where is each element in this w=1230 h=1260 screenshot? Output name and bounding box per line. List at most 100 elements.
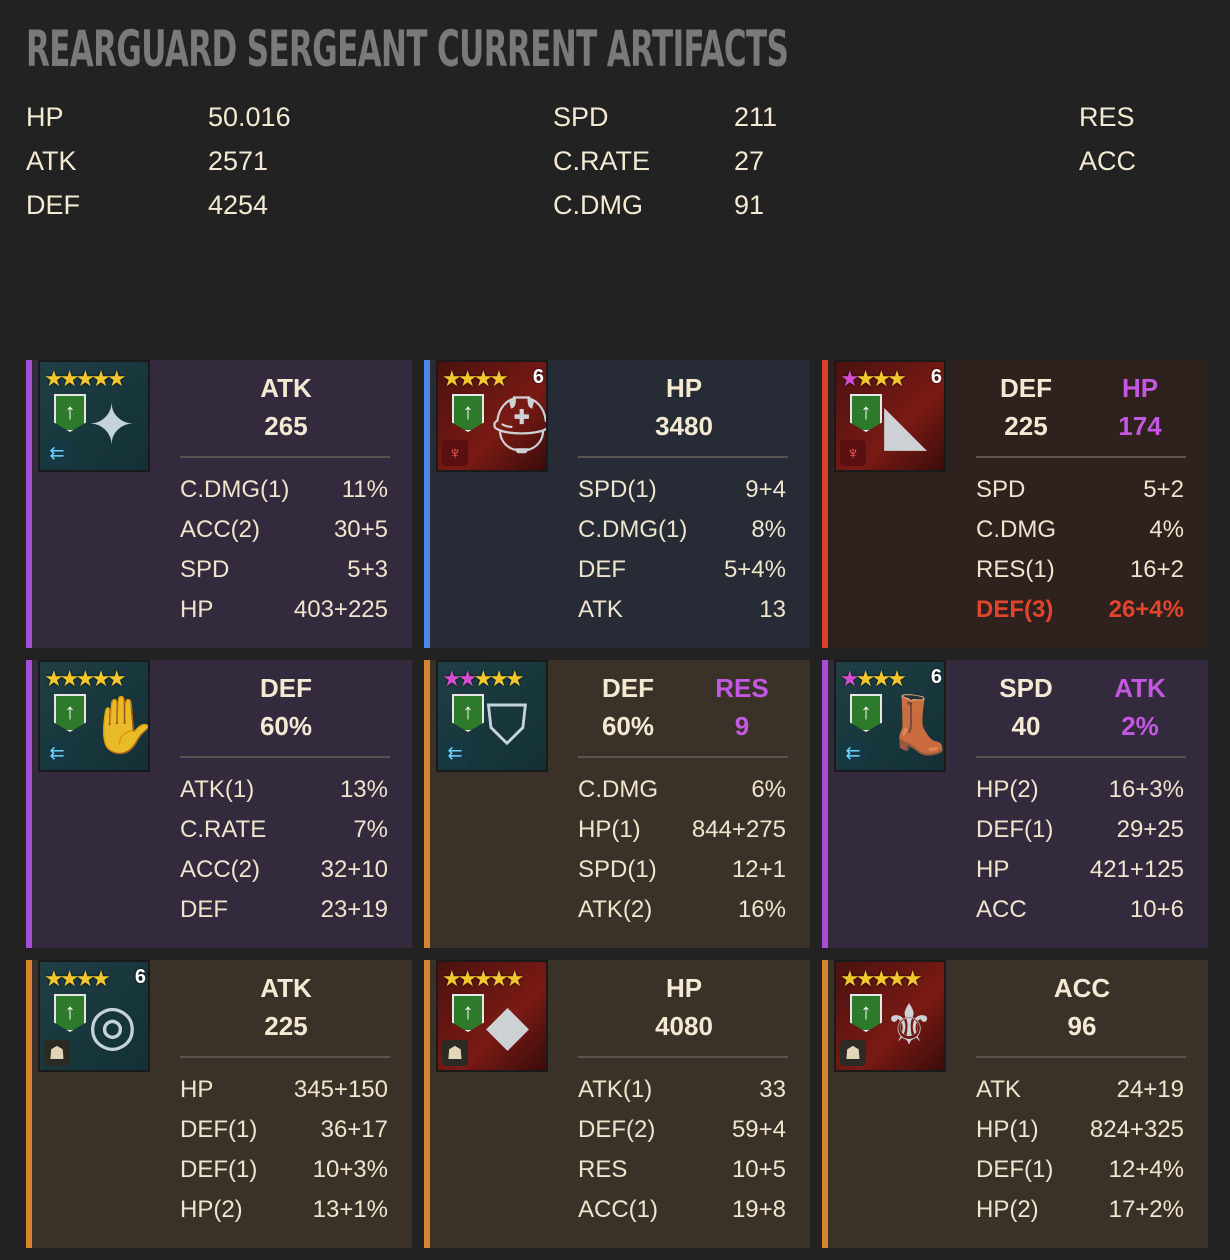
substat-value: 5+3: [347, 556, 388, 583]
artifact-card[interactable]: ⛉ ★★★★★ ↑ ⇇ DEF 60% RES 9 C.DMG 6% HP(1) 844+275 SPD…: [424, 660, 810, 948]
artifact-card[interactable]: ✋★★★★★ ↑ ⇇ DEF 60% ATK(1) 13% C.RATE 7% ACC(2) 32+…: [26, 660, 412, 948]
rank-number: 6: [134, 966, 146, 988]
artifact-icon[interactable]: ◣ ★★★★ 6 ↑ ♆: [834, 360, 946, 472]
substat-row: ACC 10+6: [976, 892, 1184, 932]
main-stat: HP 4080: [578, 970, 790, 1046]
lifesteal-set-icon: ♆: [840, 440, 866, 466]
substat-label: DEF: [180, 896, 228, 923]
stat-label-atk: ATK: [26, 146, 77, 176]
artifact-icon[interactable]: ◎ ★★★★ 6 ↑ ☗: [38, 960, 150, 1072]
substat-label: C.DMG: [578, 776, 658, 803]
artifact-icon[interactable]: ⛉ ★★★★★ ↑ ⇇: [436, 660, 548, 772]
stat-value-cdmg: 91: [734, 190, 765, 220]
substat-list: SPD 5+2 C.DMG 4% RES(1) 16+2 DEF(3) 26+4%: [976, 472, 1184, 632]
page-title: REARGUARD SERGEANT CURRENT ARTIFACTS: [26, 20, 789, 78]
substat-label: ATK(2): [578, 896, 653, 923]
substat-value: 19+8: [731, 1196, 786, 1223]
stat-label-spd: SPD: [553, 102, 609, 132]
substat-value: 403+225: [293, 596, 388, 623]
upgrade-arrow-icon: ↑: [452, 994, 484, 1032]
substat-row: HP 403+225: [180, 592, 388, 632]
helm-set-icon: ☗: [44, 1040, 70, 1066]
main-stat-label: DEF: [1000, 373, 1052, 403]
substat-label: C.DMG: [976, 516, 1056, 543]
speed-set-icon: ⇇: [44, 440, 70, 466]
substat-value: 13: [759, 596, 786, 623]
substat-label: ACC(1): [578, 1196, 659, 1223]
substat-value: 5+2: [1143, 476, 1184, 503]
substat-row: HP(2) 17+2%: [976, 1192, 1184, 1232]
substat-row: HP 345+150: [180, 1072, 388, 1112]
star-rating-icon: ★★★★: [442, 366, 509, 391]
substat-value: 16+2: [1129, 556, 1184, 583]
substat-label: HP(1): [976, 1116, 1039, 1143]
artifact-icon[interactable]: ✋★★★★★ ↑ ⇇: [38, 660, 150, 772]
substat-label: DEF(1): [180, 1156, 258, 1183]
ascension-stat: RES 9: [692, 670, 792, 746]
artifact-card[interactable]: ◆ ★★★★★ ↑ ☗ HP 4080 ATK(1) 33 DEF(2) 59+4 RES 10+5 A…: [424, 960, 810, 1248]
artifact-grid: ✦ ★★★★★ ↑ ⇇ ATK 265 C.DMG(1) 11% ACC(2) 30+5 SPD 5+…: [26, 360, 1208, 1248]
main-stat-value: 265: [264, 411, 308, 441]
substat-list: ATK(1) 13% C.RATE 7% ACC(2) 32+10 DEF 23+19: [180, 772, 388, 932]
substat-label: ACC: [976, 896, 1027, 923]
artifact-card[interactable]: ✦ ★★★★★ ↑ ⇇ ATK 265 C.DMG(1) 11% ACC(2) 30+5 SPD 5+…: [26, 360, 412, 648]
stat-value-def: 4254: [208, 190, 269, 220]
substat-label: DEF(1): [976, 816, 1054, 843]
artifact-card[interactable]: ⚜ ★★★★★ ↑ ☗ ACC 96 ATK 24+19 HP(1) 824+325 DEF(1) 1…: [822, 960, 1208, 1248]
substat-value: 5+4%: [723, 556, 786, 583]
lifesteal-set-icon: ♆: [442, 440, 468, 466]
substat-label: HP: [976, 856, 1010, 883]
artifact-icon[interactable]: ◆ ★★★★★ ↑ ☗: [436, 960, 548, 1072]
substat-label: HP: [180, 596, 214, 623]
stat-value-hp: 50.016: [208, 102, 291, 132]
divider: [180, 456, 390, 458]
substat-row: DEF(1) 29+25: [976, 812, 1184, 852]
substat-list: SPD(1) 9+4 C.DMG(1) 8% DEF 5+4% ATK 13: [578, 472, 786, 632]
substat-row: SPD 5+2: [976, 472, 1184, 512]
substat-row: SPD 5+3: [180, 552, 388, 592]
divider: [180, 1056, 390, 1058]
substat-row: DEF 5+4%: [578, 552, 786, 592]
substat-list: C.DMG 6% HP(1) 844+275 SPD(1) 12+1 ATK(2) 16%: [578, 772, 786, 932]
divider: [976, 1056, 1186, 1058]
substat-label: SPD: [976, 476, 1026, 503]
stat-label-hp: HP: [26, 102, 64, 132]
substat-value: 32+10: [320, 856, 388, 883]
star-rating-icon: ★★★★: [840, 666, 907, 691]
artifact-icon[interactable]: 👢★★★★ 6 ↑ ⇇: [834, 660, 946, 772]
rank-number: 6: [930, 666, 942, 688]
artifact-icon[interactable]: ⛑★★★★ 6 ↑ ♆: [436, 360, 548, 472]
artifact-image-icon: ◣: [884, 393, 928, 456]
main-stat-value: 40: [1011, 711, 1041, 741]
rank-number: 6: [532, 366, 544, 388]
artifact-card[interactable]: 👢★★★★6↑⇇SPD40ATK2%HP(2)16+3%DEF(1)29+25H…: [822, 660, 1208, 948]
main-stat-value: 9: [734, 711, 750, 741]
artifact-icon[interactable]: ⚜ ★★★★★ ↑ ☗: [834, 960, 946, 1072]
rank-number: 6: [930, 366, 942, 388]
substat-list: HP(2) 16+3% DEF(1) 29+25 HP 421+125 ACC 10+6: [976, 772, 1184, 932]
substat-label: HP(1): [578, 816, 641, 843]
speed-set-icon: ⇇: [44, 740, 70, 766]
substat-row: C.DMG 4%: [976, 512, 1184, 552]
substat-row: DEF 23+19: [180, 892, 388, 932]
substat-row: RES(1) 16+2: [976, 552, 1184, 592]
substat-label: HP: [180, 1076, 214, 1103]
substat-row: DEF(1) 10+3%: [180, 1152, 388, 1192]
stat-label-def: DEF: [26, 190, 80, 220]
substat-label: ACC(2): [180, 516, 261, 543]
artifact-icon[interactable]: ✦ ★★★★★ ↑ ⇇: [38, 360, 150, 472]
upgrade-arrow-icon: ↑: [452, 694, 484, 732]
stat-label-res: RES: [1079, 102, 1135, 132]
substat-value: 26+4%: [1108, 596, 1184, 623]
main-stat-label: ACC: [1053, 973, 1111, 1003]
artifact-card[interactable]: ⛑★★★★ 6 ↑ ♆ HP 3480 SPD(1) 9+4 C.DMG(1) 8% DEF 5+4%…: [424, 360, 810, 648]
divider: [578, 1056, 788, 1058]
artifact-card[interactable]: ◣ ★★★★ 6 ↑ ♆ DEF 225 HP 174 SPD 5+2 C.DMG 4% RES(1) 16…: [822, 360, 1208, 648]
substat-label: C.RATE: [180, 816, 267, 843]
substat-label: DEF(1): [180, 1116, 258, 1143]
substat-value: 13+1%: [312, 1196, 388, 1223]
substat-value: 16%: [737, 896, 786, 923]
star-rating-icon: ★★★★★: [442, 966, 525, 991]
artifact-card[interactable]: ◎ ★★★★ 6 ↑ ☗ ATK 225 HP 345+150 DEF(1) 36+17 DEF(1)…: [26, 960, 412, 1248]
substat-list: C.DMG(1) 11% ACC(2) 30+5 SPD 5+3 HP 403+225: [180, 472, 388, 632]
